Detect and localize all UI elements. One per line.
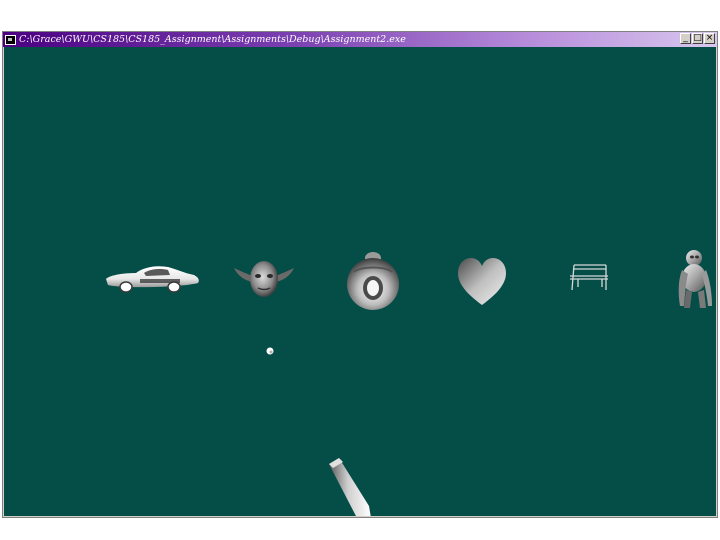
title-bar[interactable]: C:\Grace\GWU\CS185\CS185_Assignment\Assi… — [3, 32, 717, 47]
bench-model[interactable] — [570, 264, 608, 291]
window-title: C:\Grace\GWU\CS185\CS185_Assignment\Assi… — [19, 34, 406, 45]
maximize-icon: □ — [693, 33, 702, 43]
scene-canvas — [106, 250, 712, 516]
heart-model[interactable] — [458, 258, 506, 305]
car-model[interactable] — [106, 266, 199, 293]
gun-barrel — [329, 458, 371, 516]
maximize-button[interactable]: □ — [692, 33, 703, 44]
caption-buttons: _ □ × — [680, 33, 715, 44]
small-sphere[interactable] — [266, 347, 274, 355]
app-icon[interactable] — [5, 34, 16, 45]
minimize-button[interactable]: _ — [680, 33, 691, 44]
close-button[interactable]: × — [704, 33, 715, 44]
gorilla-model[interactable] — [678, 250, 712, 308]
bust-model[interactable] — [347, 252, 399, 310]
minimize-icon: _ — [683, 33, 688, 43]
close-icon: × — [705, 33, 714, 43]
yoda-head-model[interactable] — [234, 261, 294, 297]
app-window: C:\Grace\GWU\CS185\CS185_Assignment\Assi… — [2, 31, 718, 518]
opengl-viewport[interactable] — [4, 47, 716, 516]
